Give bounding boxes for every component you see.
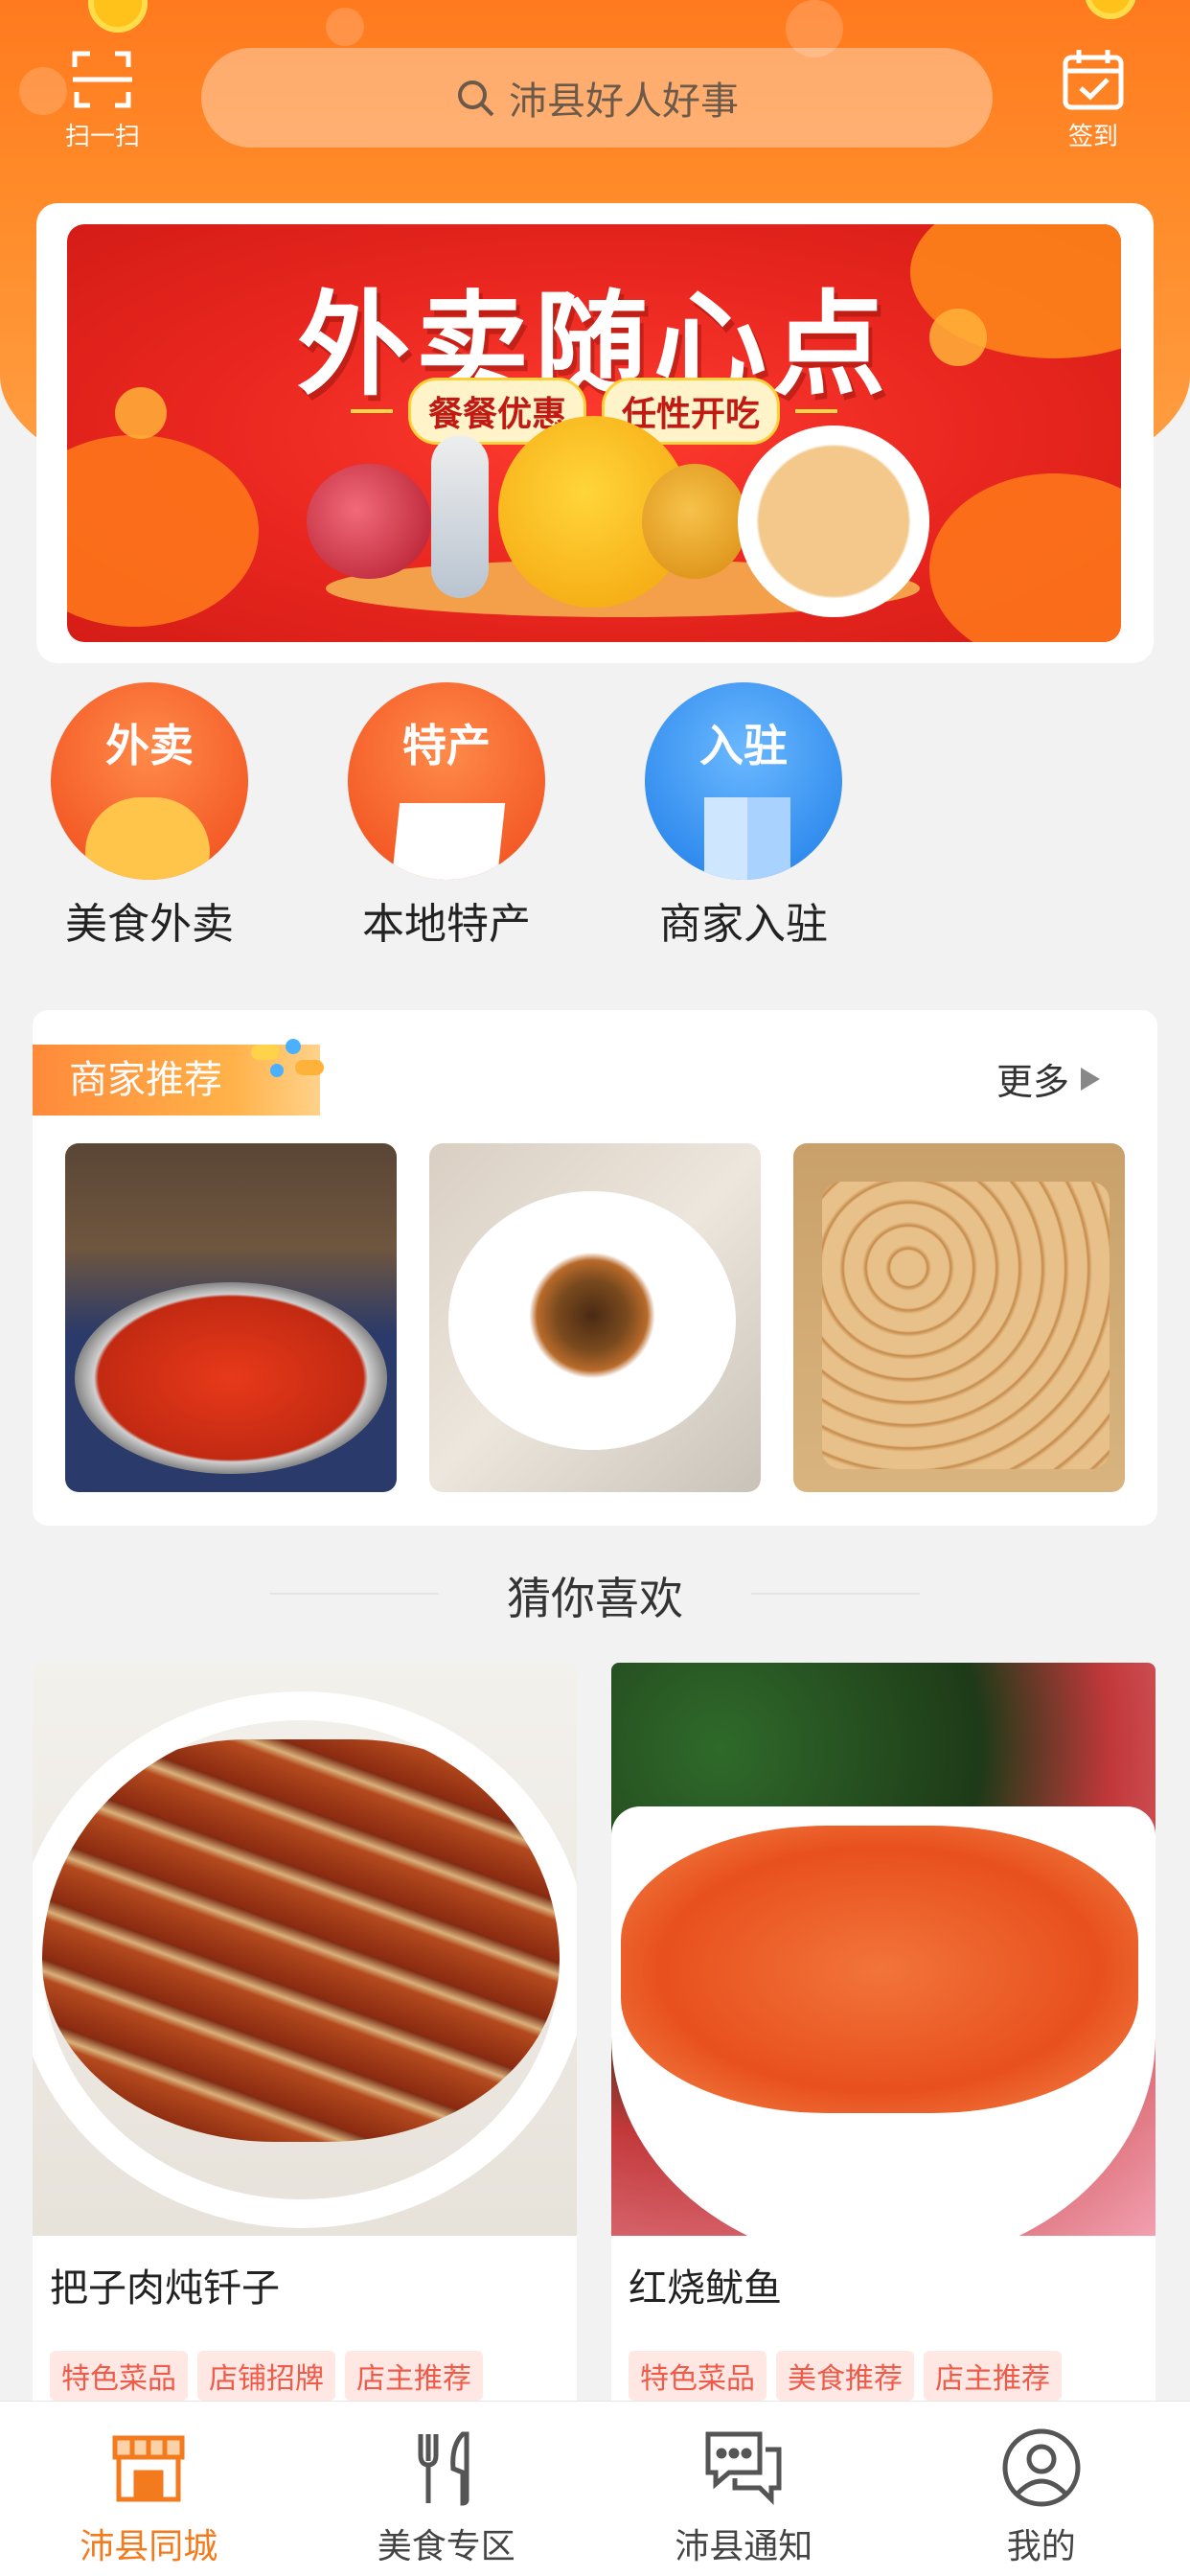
crayfish-dish-image [75,1282,387,1474]
tab-food-zone[interactable]: 美食专区 [298,2402,596,2576]
sea-cucumber-dish-image [448,1191,736,1450]
category-badge: 入驻 [699,720,788,771]
chat-bubbles-icon [705,2431,782,2506]
building-shape [704,797,790,880]
tofu-roll-image [822,1182,1110,1469]
tag-badge: 特色菜品 [629,2351,767,2401]
box-shape [391,803,506,880]
tab-mine[interactable]: 我的 [893,2402,1190,2576]
more-button[interactable]: 更多 [996,1052,1101,1105]
storefront-icon [112,2435,185,2502]
food-name: 红烧鱿鱼 [629,2266,782,2311]
mango-image [642,464,747,579]
tab-label: 沛县同城 [80,2527,218,2566]
search-icon [458,80,494,117]
guess-section-title: 猜你喜欢 [507,1573,683,1624]
food-tags: 特色菜品 美食推荐 店主推荐 [611,2312,1156,2401]
category-merchant-join[interactable]: 入驻 商家入驻 [629,682,858,951]
category-label: 美食外卖 [65,900,234,949]
food-card[interactable]: 红烧鱿鱼 特色菜品 美食推荐 店主推荐 [611,1663,1156,2410]
search-bar[interactable]: 沛县好人好事 [201,48,993,148]
bowl-rim [33,1691,577,2228]
category-local-specialty[interactable]: 特产 本地特产 [332,682,561,951]
divider [350,409,393,413]
crepe-plate-image [738,426,929,617]
roast-chicken-icon: 外卖 [51,682,248,880]
food-name: 把子肉炖钎子 [50,2266,280,2311]
tab-local-city[interactable]: 沛县同城 [0,2402,298,2576]
tag-badge: 店主推荐 [924,2351,1062,2401]
tab-label: 沛县通知 [675,2527,813,2566]
tab-label: 美食专区 [377,2527,515,2566]
tag-badge: 店主推荐 [345,2351,483,2401]
food-tags: 特色菜品 店铺招牌 店主推荐 [33,2312,577,2401]
fork-knife-icon [418,2431,469,2506]
category-badge: 特产 [402,720,491,771]
category-badge: 外卖 [105,720,194,771]
scan-icon [72,51,132,108]
calendar-check-icon [1063,50,1124,110]
merchant-photo-tofu-rolls[interactable] [793,1143,1125,1492]
food-photo [611,1663,1156,2236]
banner-flame-decor [929,473,1121,642]
search-input[interactable]: 沛县好人好事 [509,70,739,126]
chicken-shape [85,797,210,880]
section-divider [0,976,1190,1010]
squid-dish-image [621,1826,1138,2113]
decor-bubble [326,8,364,46]
play-arrow-icon [1081,1067,1101,1091]
banner-flame-decor [67,435,259,627]
shrimp-image [431,435,489,598]
divider [795,409,838,413]
building-icon: 入驻 [645,682,842,880]
scan-label: 扫一扫 [64,123,140,151]
signin-button[interactable]: 签到 [1041,46,1146,151]
merchant-photo-sea-cucumber[interactable] [429,1143,761,1492]
tag-badge: 特色菜品 [50,2351,188,2401]
tab-notices[interactable]: 沛县通知 [595,2402,893,2576]
more-label: 更多 [996,1061,1070,1103]
pomegranate-image [307,464,431,579]
user-profile-icon [1002,2428,1081,2507]
category-food-delivery[interactable]: 外卖 美食外卖 [34,682,264,951]
divider [751,1593,920,1595]
signin-label: 签到 [1067,123,1118,151]
scan-button[interactable]: 扫一扫 [50,46,155,151]
merchant-photo-crayfish[interactable] [65,1143,397,1492]
takeout-box-icon: 特产 [348,682,545,880]
food-card[interactable]: 把子肉炖钎子 特色菜品 店铺招牌 店主推荐 [33,1663,577,2410]
food-photo [33,1663,577,2236]
promo-banner[interactable]: 外卖随心点 餐餐优惠 任性开吃 [67,224,1121,642]
bottom-tab-bar: 沛县同城 美食专区 沛县通知 我的 [0,2401,1190,2576]
category-label: 商家入驻 [659,900,828,949]
category-label: 本地特产 [362,900,531,949]
tag-badge: 美食推荐 [776,2351,914,2401]
tab-label: 我的 [1006,2527,1076,2566]
tag-badge: 店铺招牌 [197,2351,335,2401]
